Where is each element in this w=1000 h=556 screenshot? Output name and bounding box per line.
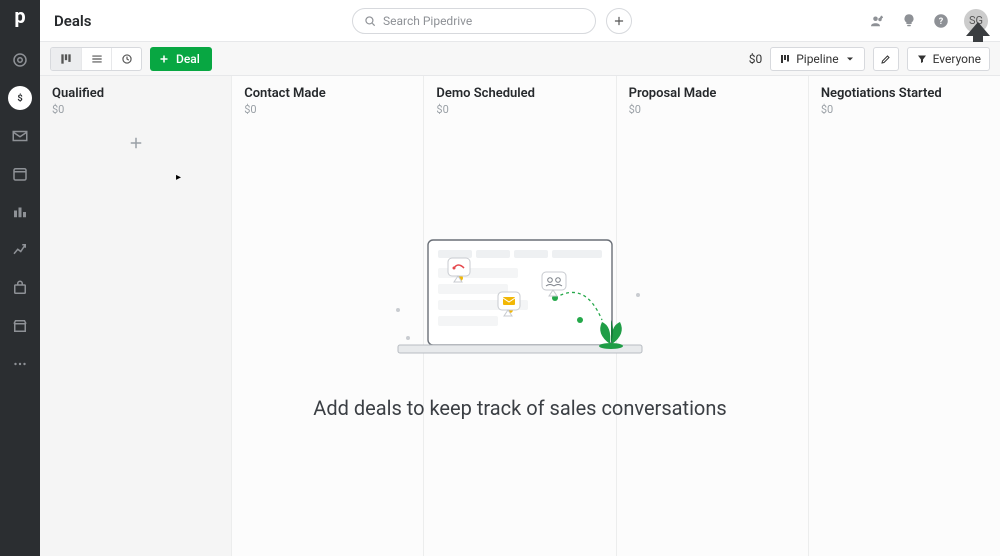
pipeline-selector[interactable]: Pipeline	[770, 47, 864, 71]
tips-icon[interactable]	[900, 12, 918, 30]
stage-title: Negotiations Started	[821, 86, 988, 101]
stage-amount: $0	[436, 103, 603, 116]
plus-icon	[127, 134, 145, 152]
stage-amount: $0	[52, 103, 219, 116]
plus-icon	[612, 14, 626, 28]
search-area: Search Pipedrive	[352, 8, 632, 34]
stage-column[interactable]: Qualified $0	[40, 76, 232, 556]
svg-text:?: ?	[939, 17, 944, 27]
stage-column[interactable]: Negotiations Started $0	[809, 76, 1000, 556]
toolbar-right: $0 Pipeline Everyone	[749, 47, 990, 71]
nav-products-icon[interactable]	[8, 276, 32, 300]
nav-target-icon[interactable]	[8, 48, 32, 72]
stage-column[interactable]: Contact Made $0	[232, 76, 424, 556]
svg-text:$: $	[17, 93, 22, 104]
add-deal-in-stage-button[interactable]	[127, 134, 145, 152]
filter-label: Everyone	[933, 52, 981, 66]
stage-column[interactable]: Demo Scheduled $0	[424, 76, 616, 556]
cursor-indicator: ▸	[176, 172, 181, 183]
pipeline-label: Pipeline	[796, 52, 838, 66]
page-title: Deals	[54, 12, 92, 30]
add-deal-button[interactable]: Deal	[150, 47, 212, 71]
nav-contacts-icon[interactable]	[8, 200, 32, 224]
chevron-down-icon	[844, 53, 856, 65]
stage-amount: $0	[821, 103, 988, 116]
pipeline-board: Qualified $0 Contact Made $0 Demo Schedu…	[40, 76, 1000, 556]
plus-icon	[158, 53, 170, 65]
nav-calendar-icon[interactable]	[8, 162, 32, 186]
view-switcher	[50, 47, 142, 71]
nav-more-icon[interactable]	[8, 352, 32, 376]
view-list-button[interactable]	[81, 48, 111, 70]
invite-users-icon[interactable]	[868, 12, 886, 30]
stage-amount: $0	[244, 103, 411, 116]
filter-icon	[916, 53, 928, 65]
main-sidebar: p $	[0, 0, 40, 556]
empty-state-heading: Add deals to keep track of sales convers…	[313, 396, 726, 420]
help-icon[interactable]: ?	[932, 12, 950, 30]
deals-toolbar: Deal $0 Pipeline Everyone	[40, 42, 1000, 76]
view-kanban-button[interactable]	[51, 48, 81, 70]
nav-mail-icon[interactable]	[8, 124, 32, 148]
owner-filter[interactable]: Everyone	[907, 47, 990, 71]
nav-deals-icon[interactable]: $	[8, 86, 32, 110]
pipeline-total: $0	[749, 52, 763, 66]
edit-pipeline-button[interactable]	[873, 47, 899, 71]
stage-title: Proposal Made	[629, 86, 796, 101]
pencil-icon	[880, 53, 892, 65]
nav-insights-icon[interactable]	[8, 238, 32, 262]
app-logo[interactable]: p	[14, 6, 25, 26]
view-forecast-button[interactable]	[111, 48, 141, 70]
search-placeholder: Search Pipedrive	[383, 14, 472, 28]
stage-column[interactable]: Proposal Made $0	[617, 76, 809, 556]
stage-amount: $0	[629, 103, 796, 116]
stage-title: Contact Made	[244, 86, 411, 101]
search-icon	[363, 14, 377, 28]
stage-title: Demo Scheduled	[436, 86, 603, 101]
top-header: Deals Search Pipedrive ? SG	[40, 0, 1000, 42]
pipeline-icon	[779, 53, 791, 65]
quick-add-button[interactable]	[606, 8, 632, 34]
stage-title: Qualified	[52, 86, 219, 101]
search-input[interactable]: Search Pipedrive	[352, 8, 596, 34]
add-deal-label: Deal	[176, 52, 200, 66]
nav-marketplace-icon[interactable]	[8, 314, 32, 338]
